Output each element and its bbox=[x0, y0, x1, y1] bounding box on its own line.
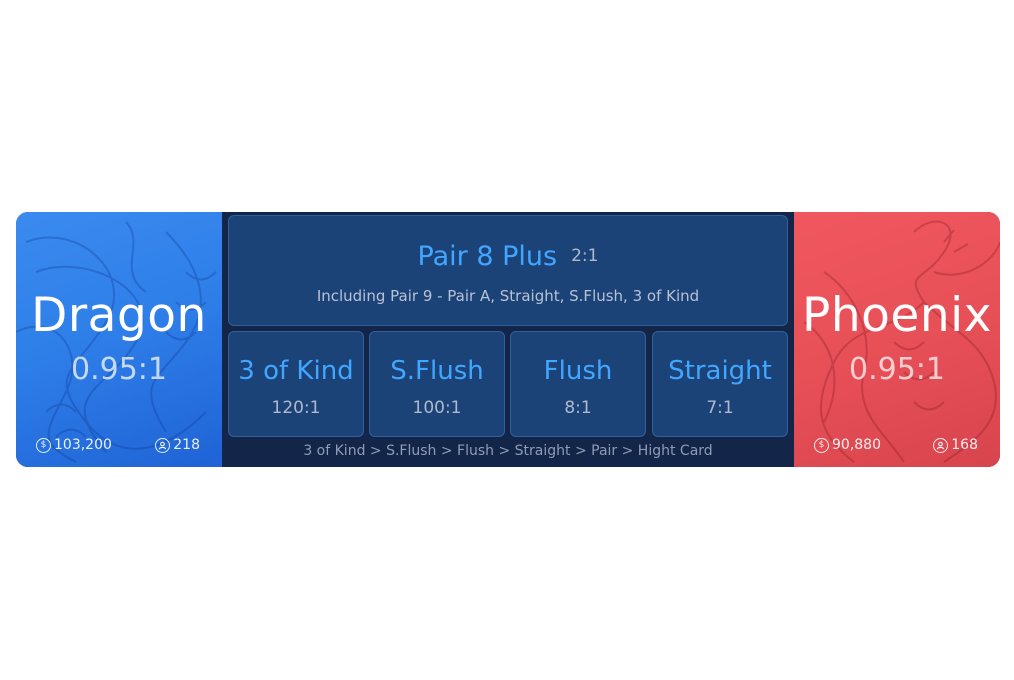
phoenix-stats: $ 90,880 168 bbox=[814, 437, 978, 453]
phoenix-amount-value: 90,880 bbox=[832, 437, 881, 453]
pair-bet-ratio: 2:1 bbox=[571, 246, 599, 266]
dragon-bet-area[interactable]: Dragon 0.95:1 $ 103,200 218 bbox=[16, 212, 222, 467]
bet-name: Straight bbox=[668, 356, 772, 386]
bet-ratio: 7:1 bbox=[706, 398, 734, 418]
dragon-players: 218 bbox=[155, 437, 200, 453]
user-icon bbox=[933, 437, 949, 453]
bet-ratio: 100:1 bbox=[412, 398, 462, 418]
phoenix-bet-area[interactable]: Phoenix 0.95:1 $ 90,880 168 bbox=[794, 212, 1000, 467]
pair-bet-name: Pair 8 Plus bbox=[417, 241, 558, 272]
betting-board: Dragon 0.95:1 $ 103,200 218 Pair 8 Plus 2… bbox=[16, 212, 1000, 467]
bet-ratio: 120:1 bbox=[271, 398, 321, 418]
pair-8-plus-bet[interactable]: Pair 8 Plus 2:1 Including Pair 9 - Pair A… bbox=[228, 215, 788, 326]
bet-ratio: 8:1 bbox=[564, 398, 592, 418]
dragon-amount-value: 103,200 bbox=[54, 437, 112, 453]
dollar-coin-icon: $ bbox=[36, 437, 51, 453]
dragon-title: Dragon bbox=[31, 288, 207, 343]
dragon-amount: $ 103,200 bbox=[36, 437, 112, 453]
dollar-coin-icon: $ bbox=[814, 437, 829, 453]
bet-name: S.Flush bbox=[390, 356, 484, 386]
phoenix-title: Phoenix bbox=[802, 288, 992, 343]
phoenix-amount: $ 90,880 bbox=[814, 437, 881, 453]
phoenix-players: 168 bbox=[933, 437, 978, 453]
hand-ranking-text: 3 of Kind > S.Flush > Flush > Straight >… bbox=[303, 443, 713, 459]
straight-flush-bet[interactable]: S.Flush 100:1 bbox=[369, 331, 505, 437]
three-of-kind-bet[interactable]: 3 of Kind 120:1 bbox=[228, 331, 364, 437]
phoenix-odds: 0.95:1 bbox=[849, 352, 945, 387]
dragon-stats: $ 103,200 218 bbox=[36, 437, 200, 453]
phoenix-players-value: 168 bbox=[951, 437, 978, 453]
pair-bet-description: Including Pair 9 - Pair A, Straight, S.F… bbox=[316, 287, 700, 305]
bet-name: 3 of Kind bbox=[238, 356, 354, 386]
user-icon bbox=[155, 437, 171, 453]
bet-name: Flush bbox=[543, 356, 613, 386]
straight-bet[interactable]: Straight 7:1 bbox=[652, 331, 788, 437]
dragon-players-value: 218 bbox=[173, 437, 200, 453]
dragon-odds: 0.95:1 bbox=[71, 352, 167, 387]
pair-bet-header: Pair 8 Plus 2:1 bbox=[229, 241, 787, 272]
side-bets-panel: Pair 8 Plus 2:1 Including Pair 9 - Pair A… bbox=[222, 212, 794, 467]
flush-bet[interactable]: Flush 8:1 bbox=[510, 331, 646, 437]
